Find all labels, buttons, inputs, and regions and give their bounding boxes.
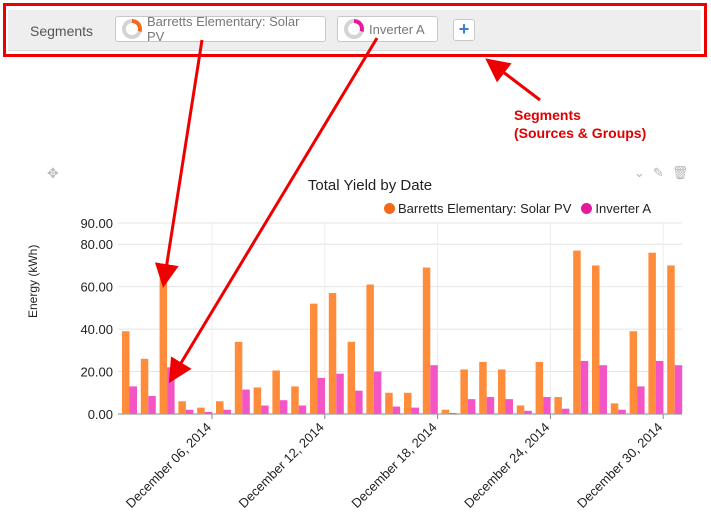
x-tick-label: December 30, 2014 [574,420,665,511]
bar-inverter[interactable] [185,409,194,414]
annotation-arrow [485,58,541,102]
bar-barretts[interactable] [178,401,186,414]
y-tick-label: 0.00 [88,407,113,422]
bar-barretts[interactable] [366,284,374,414]
bar-inverter[interactable] [279,400,288,414]
bar-barretts[interactable] [140,358,149,414]
bar-barretts[interactable] [385,392,393,414]
bar-barretts[interactable] [122,331,130,414]
bar-inverter[interactable] [618,409,626,414]
x-tick-label: December 24, 2014 [461,420,552,511]
bar-inverter[interactable] [637,386,645,414]
bar-barretts[interactable] [291,386,299,414]
bar-barretts[interactable] [498,369,506,414]
bar-barretts[interactable] [535,362,544,414]
bar-inverter[interactable] [204,411,213,414]
bar-chart: 0.00 20.00 40.00 60.00 80.00 90.00 December 0… [80,37,683,511]
annotation-arrows [154,37,541,384]
bar-inverter[interactable] [317,377,326,414]
bar-barretts[interactable] [197,407,205,414]
bars [122,250,683,414]
y-tick-label: 80.00 [80,237,113,252]
y-tick-label: 90.00 [80,216,113,231]
bar-barretts[interactable] [592,265,600,414]
bar-inverter[interactable] [486,397,495,414]
bar-inverter[interactable] [599,365,608,414]
bar-inverter[interactable] [373,371,382,414]
annotation-arrow [154,39,204,288]
bar-inverter[interactable] [298,405,307,414]
bar-inverter[interactable] [411,407,420,414]
bar-inverter[interactable] [467,399,476,414]
bar-barretts[interactable] [347,341,356,414]
y-tick-label: 40.00 [80,322,113,337]
bar-inverter[interactable] [580,360,589,414]
bar-barretts[interactable] [216,401,224,414]
bar-inverter[interactable] [336,373,344,414]
bar-inverter[interactable] [430,365,438,414]
bar-inverter[interactable] [242,389,250,414]
bar-barretts[interactable] [272,370,280,414]
bar-barretts[interactable] [422,267,431,414]
bar-barretts[interactable] [610,403,619,414]
bar-barretts[interactable] [328,293,337,414]
y-tick-label: 60.00 [80,280,113,295]
bar-inverter[interactable] [129,386,138,414]
x-tick-label: December 18, 2014 [348,420,439,511]
bar-inverter[interactable] [655,360,664,414]
x-tick-label: December 06, 2014 [123,420,214,511]
bar-barretts[interactable] [460,369,468,414]
bar-barretts[interactable] [441,409,450,414]
bar-inverter[interactable] [148,395,156,414]
bar-inverter[interactable] [223,409,232,414]
bar-barretts[interactable] [159,276,168,414]
bar-barretts[interactable] [234,341,243,414]
bar-inverter[interactable] [524,410,532,414]
bar-barretts[interactable] [310,303,318,414]
y-axis-ticks: 0.00 20.00 40.00 60.00 80.00 90.00 [80,216,113,422]
x-axis-ticks: December 06, 2014 December 12, 2014 Decemb… [123,414,665,511]
y-tick-label: 20.00 [80,365,113,380]
bar-barretts[interactable] [516,405,525,414]
bar-inverter[interactable] [543,397,551,414]
bar-barretts[interactable] [404,392,412,414]
bar-inverter[interactable] [449,412,457,414]
bar-barretts[interactable] [253,387,262,414]
bar-inverter[interactable] [561,408,570,414]
x-tick-label: December 12, 2014 [236,420,327,511]
bar-inverter[interactable] [261,405,269,414]
bar-barretts[interactable] [629,331,638,414]
bar-barretts[interactable] [554,397,562,414]
bar-inverter[interactable] [355,390,363,414]
bar-inverter[interactable] [392,406,401,414]
bar-barretts[interactable] [573,250,581,414]
bar-barretts[interactable] [667,265,675,414]
annotation-arrow [168,37,379,384]
bar-inverter[interactable] [674,365,683,414]
bar-barretts[interactable] [648,252,656,414]
bar-barretts[interactable] [479,362,487,414]
bar-inverter[interactable] [505,399,514,414]
